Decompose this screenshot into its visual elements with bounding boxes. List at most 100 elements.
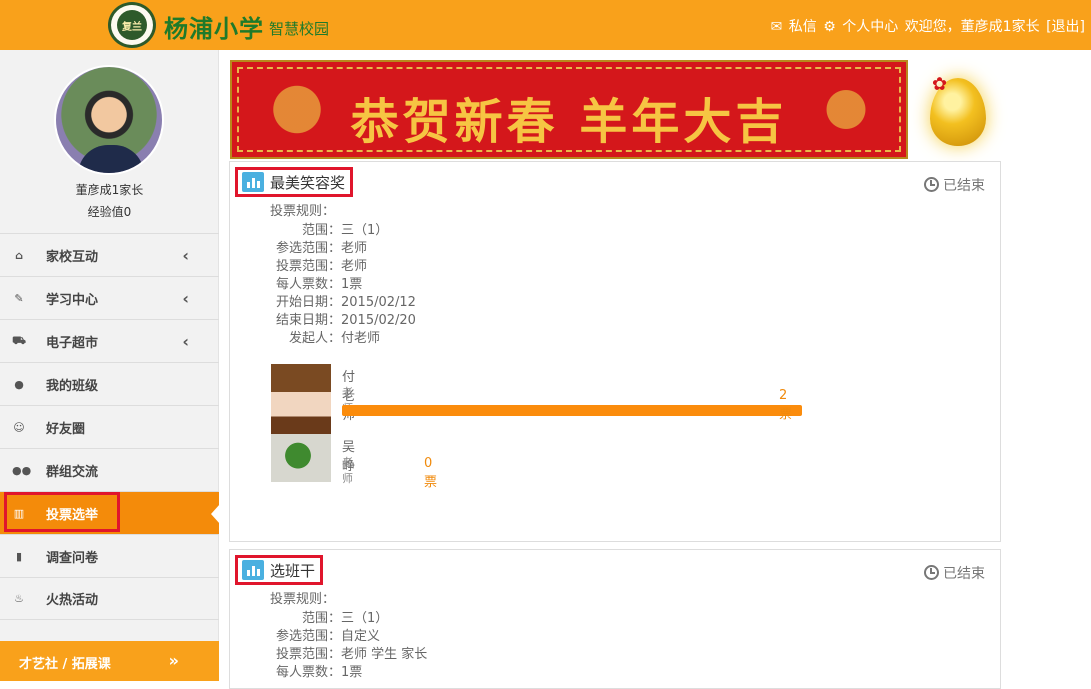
field-label: 范围： <box>301 223 341 238</box>
field-label: 参选范围： <box>275 629 341 644</box>
group-icon: ●● <box>12 463 32 477</box>
logout-link[interactable]: [退出] <box>1046 19 1085 35</box>
poll-title: 选班干 <box>270 561 316 580</box>
poll-card: 选班干 已结束 投票规则： 范围：三（1） 参选范围：自定义 投票范围：老师 学… <box>229 549 1001 689</box>
field-value: 老师 学生 家长 <box>341 647 428 662</box>
sidebar-item-learning[interactable]: ✎ 学习中心 ‹ <box>0 276 219 319</box>
poll-field: 投票范围：老师 <box>270 258 416 276</box>
golden-egg[interactable]: ✿ <box>930 74 986 146</box>
sidebar-item-label: 群组交流 <box>46 464 99 480</box>
top-bar: 复兰 杨浦小学 智慧校园 ✉ 私信 ⚙ 个人中心 欢迎您，董彦成1家长 [退出] <box>0 0 1091 50</box>
candidate-photo <box>271 434 331 482</box>
poll-chart-bar <box>256 181 260 188</box>
document-icon: ▮ <box>15 549 23 563</box>
profile-link[interactable]: 个人中心 <box>842 19 898 35</box>
sidebar-item-shop[interactable]: ⛟ 电子超市 ‹ <box>0 319 219 362</box>
poll-rule-label: 投票规则： <box>270 204 336 219</box>
candidate-photo <box>271 364 331 434</box>
poll-field: 参选范围：老师 <box>270 240 416 258</box>
welcome-text: 欢迎您，董彦成1家长 <box>904 19 1040 35</box>
chevron-left-icon: ‹ <box>182 288 189 308</box>
user-experience: 经验值0 <box>87 205 132 219</box>
cart-icon: ⛟ <box>12 333 26 347</box>
talent-club-link[interactable]: 才艺社 / 拓展课 » <box>0 641 219 681</box>
sidebar-menu: ⌂ 家校互动 ‹ ✎ 学习中心 ‹ ⛟ 电子超市 ‹ ● 我的班级 ☺ 好友圈 ●● 群组交流 ▥… <box>0 233 220 620</box>
envelope-icon: ✉ <box>770 19 783 35</box>
gear-icon: ⚙ <box>823 19 836 35</box>
sidebar-item-survey[interactable]: ▮ 调查问卷 <box>0 534 219 577</box>
field-label: 投票范围： <box>275 647 341 662</box>
poll-title-box[interactable]: 选班干 <box>235 555 324 585</box>
sidebar-item-label: 家校互动 <box>46 249 99 265</box>
fire-icon: ♨ <box>14 592 24 605</box>
poll-chart-icon <box>242 560 264 580</box>
vote-bar <box>342 405 802 416</box>
new-year-banner: 恭贺新春 羊年大吉 <box>230 60 908 159</box>
sidebar-item-friends[interactable]: ☺ 好友圈 <box>0 405 219 448</box>
sidebar-item-label: 好友圈 <box>46 421 86 437</box>
poll-chart-bar <box>251 178 255 188</box>
field-value: 三（1） <box>341 611 389 626</box>
poll-status: 已结束 <box>924 175 985 195</box>
field-label: 开始日期： <box>275 295 341 310</box>
poll-field: 结束日期：2015/02/20 <box>270 312 416 330</box>
poll-rule-label: 投票规则： <box>270 592 336 607</box>
sidebar-item-groups[interactable]: ●● 群组交流 <box>0 448 219 491</box>
school-logo[interactable]: 复兰 <box>108 2 156 48</box>
messages-link[interactable]: 私信 <box>789 19 817 35</box>
edit-icon: ✎ <box>14 291 24 305</box>
sidebar: 董彦成1家长 经验值0 ⌂ 家校互动 ‹ ✎ 学习中心 ‹ ⛟ 电子超市 ‹ ● 我的班级 ☺… <box>0 50 220 681</box>
clock-icon <box>924 177 939 192</box>
field-label: 每人票数： <box>275 665 341 680</box>
smile-icon: ☺ <box>13 420 25 434</box>
poll-card: 最美笑容奖 已结束 投票规则： 范围：三（1） 参选范围：老师 投票范围：老师 … <box>229 161 1001 542</box>
avatar[interactable] <box>54 65 164 175</box>
poll-field: 每人票数：1票 <box>270 276 416 294</box>
poll-chart-icon <box>242 172 264 192</box>
vote-count: 2票 <box>779 388 793 422</box>
poll-field: 投票范围：老师 学生 家长 <box>270 646 427 664</box>
field-value: 三（1） <box>341 223 389 238</box>
sidebar-item-label: 我的班级 <box>46 378 99 394</box>
poll-chart-bar <box>256 569 260 576</box>
field-label: 范围： <box>301 611 341 626</box>
field-value: 自定义 <box>341 629 381 644</box>
field-label: 每人票数： <box>275 277 341 292</box>
poll-field: 范围：三（1） <box>270 222 416 240</box>
poll-chart-bar <box>251 566 255 576</box>
poll-field: 开始日期：2015/02/12 <box>270 294 416 312</box>
poll-status-text: 已结束 <box>943 566 985 582</box>
field-value: 2015/02/12 <box>341 295 416 310</box>
field-label: 结束日期： <box>275 313 341 328</box>
poll-status-text: 已结束 <box>943 178 985 194</box>
field-label: 发起人： <box>288 331 341 346</box>
vote-count: 0票 <box>424 456 438 490</box>
sidebar-item-home-school[interactable]: ⌂ 家校互动 ‹ <box>0 233 219 276</box>
field-value: 2015/02/20 <box>341 313 416 328</box>
field-label: 投票范围： <box>275 259 341 274</box>
field-value: 1票 <box>341 277 363 292</box>
poll-field: 每人票数：1票 <box>270 664 427 682</box>
poll-field: 发起人：付老师 <box>270 330 416 348</box>
banner-text: 恭贺新春 羊年大吉 <box>350 94 788 150</box>
avatar-shirt <box>78 145 144 173</box>
chevron-left-icon: ‹ <box>182 245 189 265</box>
poll-chart-bar <box>246 570 250 576</box>
bow-icon: ✿ <box>932 74 948 95</box>
school-title[interactable]: 杨浦小学 <box>164 9 264 44</box>
school-subtitle: 智慧校园 <box>269 20 330 38</box>
poll-title-box[interactable]: 最美笑容奖 <box>235 167 354 197</box>
clock-icon <box>924 565 939 580</box>
logo-seal-text: 复兰 <box>117 10 147 40</box>
poll-fields: 范围：三（1） 参选范围：老师 投票范围：老师 每人票数：1票 开始日期：201… <box>270 222 416 348</box>
sidebar-item-activities[interactable]: ♨ 火热活动 <box>0 577 219 620</box>
sidebar-item-label: 调查问卷 <box>46 550 99 566</box>
sidebar-item-label: 火热活动 <box>46 593 99 608</box>
field-value: 老师 <box>341 259 368 274</box>
sidebar-item-my-class[interactable]: ● 我的班级 <box>0 362 219 405</box>
candidate-role: 老师 <box>342 456 353 485</box>
poll-title: 最美笑容奖 <box>270 173 346 192</box>
poll-field: 参选范围：自定义 <box>270 628 427 646</box>
field-value: 付老师 <box>341 331 381 346</box>
sidebar-item-voting[interactable]: ▥ 投票选举 <box>0 491 220 534</box>
